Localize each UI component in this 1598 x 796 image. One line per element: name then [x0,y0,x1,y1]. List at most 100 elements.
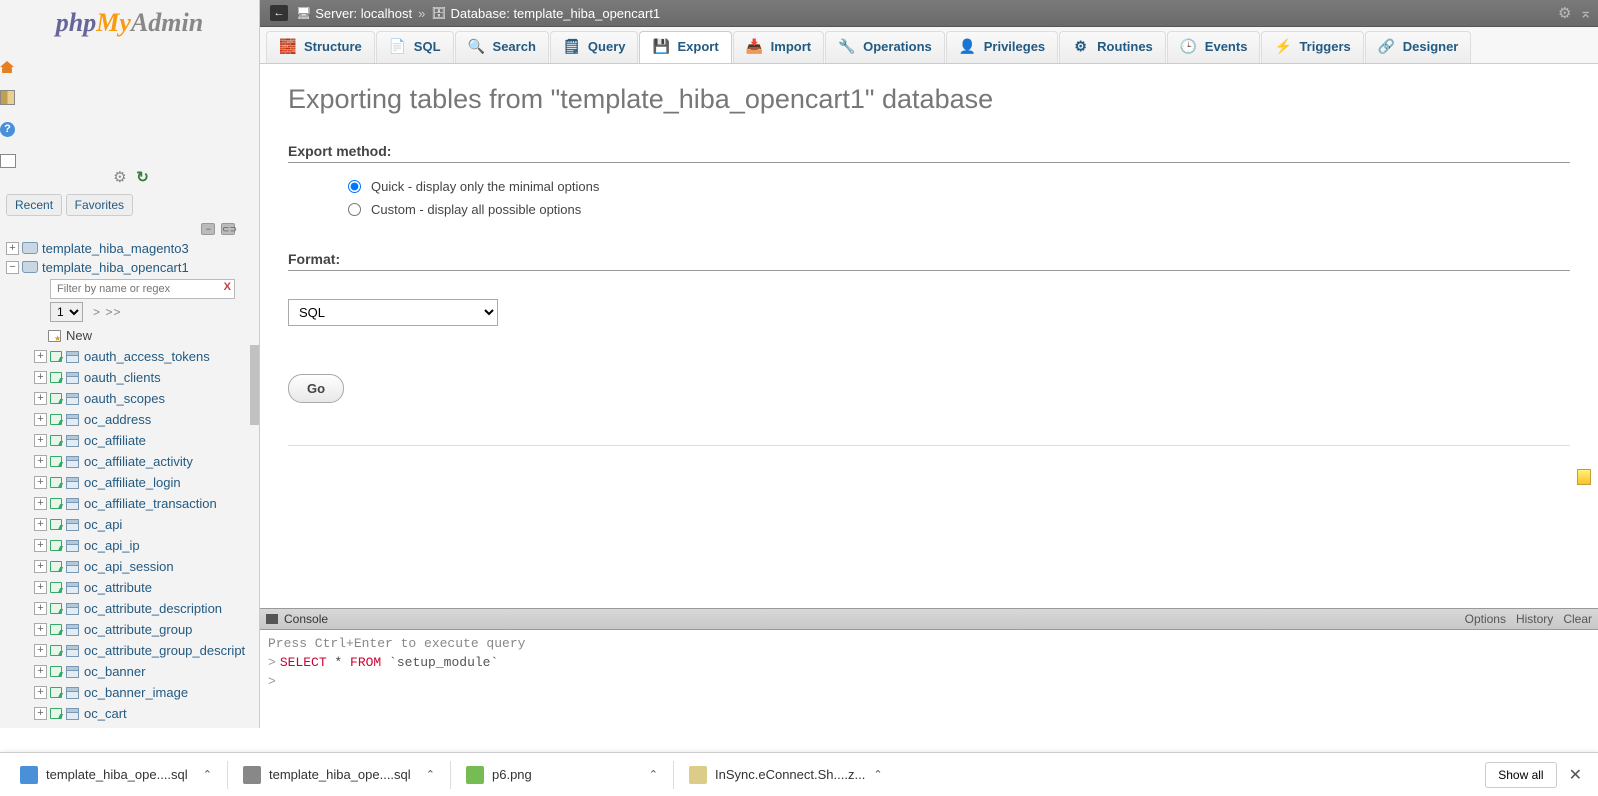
chevron-up-icon[interactable]: ⌃ [203,768,212,781]
table-link[interactable]: oc_affiliate_transaction [84,496,217,511]
collapse-top-icon[interactable]: ⌅ [1579,4,1592,22]
expand-icon[interactable]: + [34,455,47,468]
table-item[interactable]: +oc_api [6,514,259,535]
download-item[interactable]: p6.png⌃ [452,753,672,796]
table-item[interactable]: +oc_banner_image [6,682,259,703]
download-item[interactable]: InSync.eConnect.Sh....z...⌃ [675,753,897,796]
table-item[interactable]: +oc_address [6,409,259,430]
tab-export[interactable]: 💾Export [639,31,731,63]
expand-icon[interactable]: + [34,350,47,363]
table-link[interactable]: oc_cart [84,706,127,721]
collapse-icon[interactable]: − [6,261,19,274]
collapse-all-icon[interactable]: − [201,223,215,235]
table-link[interactable]: oc_attribute_description [84,601,222,616]
radio-custom-label[interactable]: Custom - display all possible options [371,202,581,217]
table-link[interactable]: oauth_access_tokens [84,349,210,364]
table-link[interactable]: oauth_clients [84,370,161,385]
tab-privileges[interactable]: 👤Privileges [946,31,1058,63]
favorites-tab[interactable]: Favorites [66,194,133,216]
database-link[interactable]: template_hiba_opencart1 [513,6,660,21]
settings-icon[interactable] [113,169,126,186]
tab-designer[interactable]: 🔗Designer [1365,31,1472,63]
browse-icon[interactable] [50,477,64,489]
radio-custom[interactable] [348,203,361,216]
download-item[interactable]: template_hiba_ope....sql⌃ [6,753,226,796]
browse-icon[interactable] [50,666,64,678]
expand-icon[interactable]: + [34,686,47,699]
table-item[interactable]: +oc_affiliate_login [6,472,259,493]
db-link[interactable]: template_hiba_magento3 [42,241,189,256]
server-link[interactable]: localhost [361,6,412,21]
expand-icon[interactable]: + [34,581,47,594]
browse-icon[interactable] [50,603,64,615]
expand-icon[interactable]: + [34,539,47,552]
table-item[interactable]: +oc_category [6,724,259,728]
chevron-up-icon[interactable]: ⌃ [426,768,435,781]
tab-structure[interactable]: 🧱Structure [266,31,375,63]
table-link[interactable]: oc_api_session [84,559,174,574]
table-link[interactable]: oauth_scopes [84,391,165,406]
tab-routines[interactable]: ⚙Routines [1059,31,1166,63]
db-link[interactable]: template_hiba_opencart1 [42,260,189,275]
db-item[interactable]: − template_hiba_opencart1 [6,258,259,277]
table-item[interactable]: +oc_affiliate_transaction [6,493,259,514]
pager-next[interactable]: > >> [93,305,121,319]
table-link[interactable]: oc_attribute_group_descript [84,643,245,658]
table-link[interactable]: oc_category [84,727,155,728]
expand-icon[interactable]: + [34,665,47,678]
bookmark-icon[interactable] [1577,469,1592,485]
go-button[interactable]: Go [288,374,344,403]
help-icon[interactable] [0,122,259,137]
browse-icon[interactable] [50,645,64,657]
table-item[interactable]: + oauth_scopes [6,388,259,409]
sql-window-icon[interactable] [0,154,259,168]
table-link[interactable]: oc_affiliate_activity [84,454,193,469]
scrollbar-thumb[interactable] [250,345,259,425]
browse-icon[interactable] [50,687,64,699]
page-select[interactable]: 1 [50,302,83,322]
table-item[interactable]: +oc_affiliate [6,430,259,451]
logo[interactable]: phpMyAdmin [0,0,259,40]
format-select[interactable]: SQL [288,299,498,326]
tab-query[interactable]: 🗒Query [550,31,639,63]
db-item[interactable]: +template_hiba_magento3 [6,239,259,258]
table-item[interactable]: + oc_banner [6,661,259,682]
browse-icon[interactable] [50,414,64,426]
console-body[interactable]: Press Ctrl+Enter to execute query >SELEC… [260,630,1598,695]
console-clear[interactable]: Clear [1563,612,1592,626]
expand-icon[interactable]: + [34,476,47,489]
radio-quick-label[interactable]: Quick - display only the minimal options [371,179,599,194]
table-link[interactable]: oc_attribute [84,580,152,595]
browse-icon[interactable] [50,435,64,447]
table-item[interactable]: + oc_affiliate_activity [6,451,259,472]
radio-quick[interactable] [348,180,361,193]
tab-import[interactable]: 📥Import [733,31,824,63]
console-history[interactable]: History [1516,612,1553,626]
browse-icon[interactable] [50,708,64,720]
table-link[interactable]: oc_banner [84,664,145,679]
browse-icon[interactable] [50,624,64,636]
expand-icon[interactable]: + [34,707,47,720]
table-link[interactable]: oc_api [84,517,122,532]
table-item[interactable]: + oc_attribute_group_descript [6,640,259,661]
close-bar-icon[interactable]: ✕ [1565,761,1586,789]
expand-icon[interactable]: + [34,644,47,657]
table-item[interactable]: + oc_attribute [6,577,259,598]
tab-events[interactable]: 🕒Events [1167,31,1261,63]
home-icon[interactable] [0,61,259,73]
expand-icon[interactable]: + [34,413,47,426]
table-item[interactable]: + oauth_clients [6,367,259,388]
browse-icon[interactable] [50,456,64,468]
browse-icon[interactable] [50,372,64,384]
browse-icon[interactable] [50,519,64,531]
browse-icon[interactable] [50,561,64,573]
expand-icon[interactable]: + [34,371,47,384]
table-item[interactable]: +oc_api_session [6,556,259,577]
chevron-up-icon[interactable]: ⌃ [649,768,658,781]
expand-icon[interactable]: + [34,392,47,405]
download-item[interactable]: template_hiba_ope....sql⌃ [229,753,449,796]
table-item[interactable]: +oc_api_ip [6,535,259,556]
table-item[interactable]: + oc_cart [6,703,259,724]
logout-icon[interactable] [0,90,259,105]
table-filter-input[interactable] [50,279,235,299]
